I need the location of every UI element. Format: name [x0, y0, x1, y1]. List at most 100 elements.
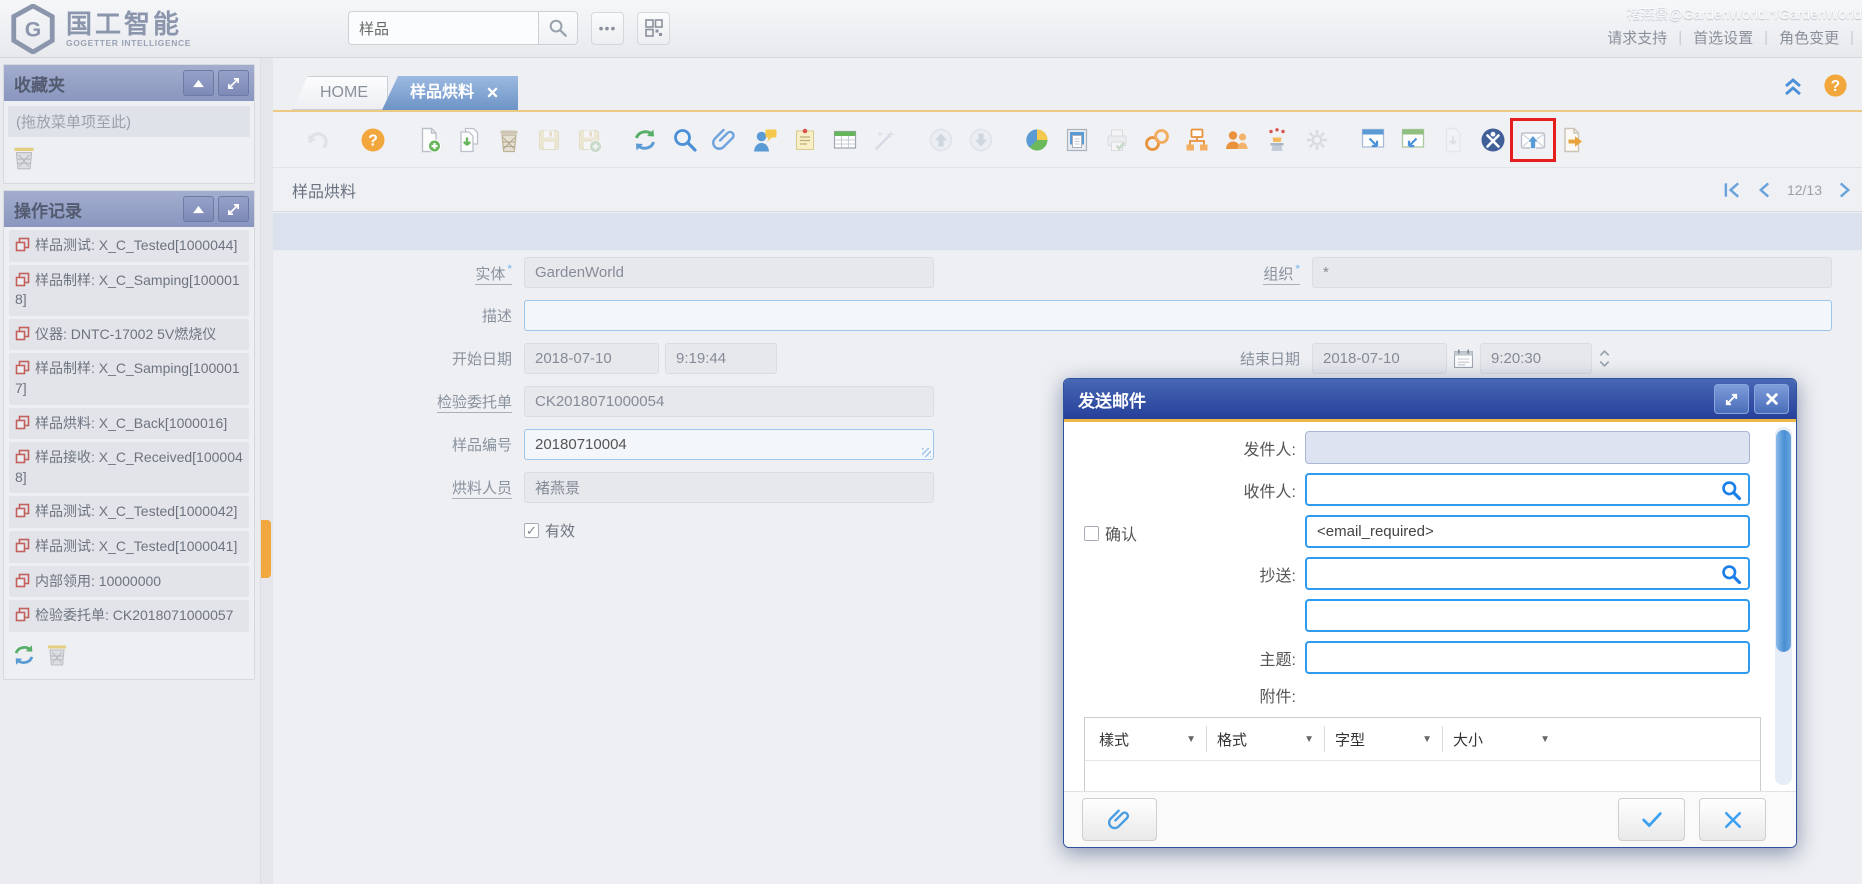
chart-icon[interactable]: [1024, 127, 1050, 153]
favorites-trash-button[interactable]: [4, 141, 254, 179]
delete-record-icon[interactable]: [496, 127, 522, 153]
close-icon: [1765, 392, 1779, 406]
menu-item-1[interactable]: 首选设置: [1693, 27, 1753, 48]
to-search-button[interactable]: [1720, 479, 1743, 502]
archive-icon[interactable]: [1064, 127, 1090, 153]
tab-sample-baking[interactable]: 样品烘料: [382, 76, 518, 110]
request-icon[interactable]: [1264, 127, 1290, 153]
export-icon[interactable]: [1560, 127, 1586, 153]
copy-record-icon[interactable]: [456, 127, 482, 153]
history-trash-button[interactable]: [46, 643, 68, 667]
email-required-input[interactable]: <email_required>: [1305, 515, 1750, 548]
menu-item-0[interactable]: 请求支持: [1607, 27, 1667, 48]
refresh-icon[interactable]: [632, 127, 658, 153]
inspection-order-label[interactable]: 检验委托单: [437, 394, 512, 413]
splitter-grip[interactable]: [261, 520, 271, 578]
baker-label[interactable]: 烘料人员: [452, 480, 512, 499]
start-date-label: 开始日期: [272, 348, 524, 369]
end-time-spinner[interactable]: [1598, 348, 1611, 369]
cc-input[interactable]: [1305, 557, 1750, 590]
org-label[interactable]: 组织: [1263, 266, 1300, 285]
history-item-5[interactable]: 样品接收: X_C_Received[1000048]: [9, 442, 249, 493]
history-item-0[interactable]: 样品测试: X_C_Tested[1000044]: [9, 230, 249, 262]
tab-home[interactable]: HOME: [292, 76, 388, 110]
attachment-icon[interactable]: [712, 127, 738, 153]
find-icon[interactable]: [672, 127, 698, 153]
chat-icon[interactable]: [752, 127, 778, 153]
editor-dropdown-3[interactable]: 大小▼: [1442, 726, 1560, 752]
dialog-scrollbar[interactable]: [1775, 427, 1792, 785]
qr-code-button[interactable]: [637, 12, 670, 45]
start-date-field: 2018-07-10: [524, 343, 659, 374]
search-button[interactable]: [538, 11, 578, 45]
svg-text:?: ?: [1831, 78, 1840, 95]
favorites-collapse-button[interactable]: [183, 70, 214, 96]
quick-form-icon[interactable]: [1400, 127, 1426, 153]
grid-toggle-icon[interactable]: [832, 127, 858, 153]
history-collapse-button[interactable]: [183, 196, 214, 222]
attachment-row: 附件:: [1064, 683, 1750, 707]
editor-dropdown-2[interactable]: 字型▼: [1324, 726, 1442, 752]
tab-close-button[interactable]: [487, 87, 498, 98]
dialog-maximize-button[interactable]: [1714, 384, 1749, 414]
group-header-strip: [272, 213, 1862, 251]
workflow-activities-icon[interactable]: [1184, 127, 1210, 153]
baker-value: 褚燕景: [535, 477, 580, 498]
history-item-3[interactable]: 样品制样: X_C_Samping[1000017]: [9, 353, 249, 404]
dropdown-label: 大小: [1453, 729, 1540, 750]
acknowledge-checkbox[interactable]: [1084, 526, 1099, 541]
editor-dropdown-1[interactable]: 格式▼: [1206, 726, 1324, 752]
end-date-field[interactable]: 2018-07-10: [1312, 343, 1447, 374]
dialog-close-button[interactable]: [1754, 384, 1789, 414]
history-item-4[interactable]: 样品烘料: X_C_Back[1000016]: [9, 408, 249, 440]
workflow-icon[interactable]: [1144, 127, 1170, 153]
cancel-button[interactable]: [1699, 798, 1766, 841]
editor-dropdown-0[interactable]: 樣式▼: [1089, 726, 1206, 752]
entity-label[interactable]: 实体: [475, 266, 512, 285]
favorites-expand-button[interactable]: [218, 70, 249, 96]
new-record-icon[interactable]: [416, 127, 442, 153]
history-item-9[interactable]: 检验委托单: CK2018071000057: [9, 600, 249, 632]
history-refresh-button[interactable]: [12, 643, 36, 667]
menu-item-2[interactable]: 角色变更: [1779, 27, 1839, 48]
to-input[interactable]: [1305, 473, 1750, 506]
history-item-1[interactable]: 样品制样: X_C_Samping[1000018]: [9, 265, 249, 316]
first-record-button[interactable]: [1723, 181, 1742, 199]
history-item-6[interactable]: 样品测试: X_C_Tested[1000042]: [9, 496, 249, 528]
expand-diagonal-icon: [227, 77, 240, 90]
cc2-input[interactable]: [1305, 599, 1750, 632]
end-date-calendar-button[interactable]: [1453, 348, 1474, 369]
app-logo: G 国工智能 GOGETTER INTELLIGENCE: [8, 4, 191, 54]
sidebar-splitter[interactable]: [260, 58, 273, 884]
history-expand-button[interactable]: [218, 196, 249, 222]
sample-no-input[interactable]: 20180710004: [524, 429, 934, 460]
ok-button[interactable]: [1618, 798, 1685, 841]
history-item-8[interactable]: 内部领用: 10000000: [9, 566, 249, 598]
search-input[interactable]: [348, 11, 538, 45]
global-search: •••: [348, 11, 670, 45]
process-icon[interactable]: [1480, 127, 1506, 153]
subject-input[interactable]: [1305, 641, 1750, 674]
history-item-7[interactable]: 样品测试: X_C_Tested[1000041]: [9, 531, 249, 563]
attach-file-button[interactable]: [1082, 798, 1157, 841]
dialog-title-bar[interactable]: 发送邮件: [1064, 379, 1796, 422]
product-info-icon[interactable]: [1224, 127, 1250, 153]
message-editor[interactable]: 樣式▼格式▼字型▼大小▼: [1084, 717, 1761, 791]
note-icon[interactable]: [792, 127, 818, 153]
more-menus-button[interactable]: •••: [591, 12, 624, 45]
collapse-header-button[interactable]: [1781, 75, 1805, 97]
history-item-2[interactable]: 仪器: DNTC-17002 5V燃烧仪: [9, 319, 249, 351]
active-checkbox[interactable]: ✓: [524, 523, 539, 538]
prev-record-button[interactable]: [1757, 181, 1772, 199]
help-icon[interactable]: ?: [360, 127, 386, 153]
scrollbar-thumb[interactable]: [1776, 430, 1791, 652]
end-time-field[interactable]: 9:20:30: [1480, 343, 1592, 374]
record-position: 12/13: [1787, 182, 1822, 198]
send-email-icon[interactable]: [1520, 127, 1546, 153]
next-record-button[interactable]: [1837, 181, 1852, 199]
cc-search-button[interactable]: [1720, 563, 1743, 586]
help-button[interactable]: ?: [1823, 73, 1848, 98]
description-input[interactable]: [524, 300, 1832, 331]
zoom-across-icon[interactable]: [1360, 127, 1386, 153]
dialog-body: 发件人: 收件人: 确认: [1064, 422, 1796, 791]
